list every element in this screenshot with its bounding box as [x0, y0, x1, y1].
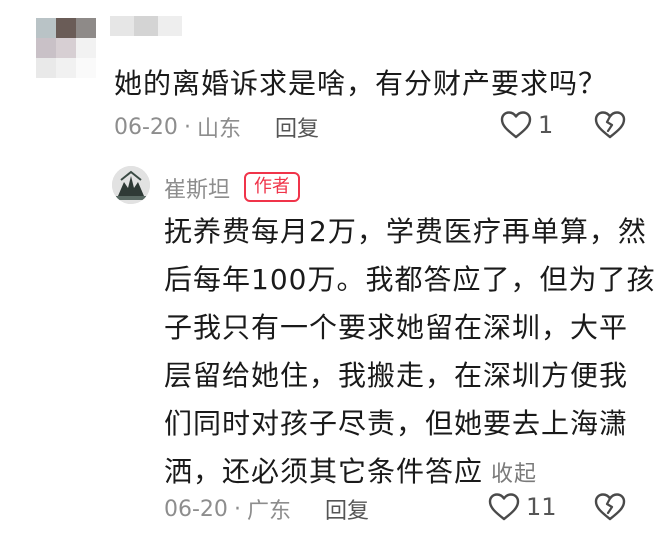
dislike-button[interactable]	[594, 492, 626, 522]
comment-line: 抚养费每月2万，学费医疗再单算，然	[164, 215, 647, 248]
reply-button[interactable]: 回复	[275, 111, 319, 143]
username[interactable]: 崔斯坦	[164, 172, 230, 204]
reply-button[interactable]: 回复	[325, 493, 369, 525]
author-badge: 作者	[244, 172, 300, 202]
comment-location: 山东	[196, 117, 241, 142]
author-avatar[interactable]	[112, 166, 150, 204]
broken-heart-icon	[594, 110, 626, 140]
comment-line-last: 洒，还必须其它条件答应 收起	[164, 448, 634, 499]
heart-icon	[488, 492, 520, 522]
heart-icon	[500, 110, 532, 140]
comment-line: 层留给她住，我搬走，在深圳方便我	[164, 359, 629, 392]
comment-meta: 06-20 · 广东 回复	[164, 493, 369, 525]
like-count: 11	[526, 493, 557, 521]
comment-text: 她的离婚诉求是啥，有分财产要求吗？	[114, 67, 608, 100]
like-count: 1	[538, 111, 554, 139]
like-button[interactable]: 1	[500, 110, 553, 140]
separator-dot: ·	[233, 496, 241, 522]
comment-line: 子我只有一个要求她留在深圳，大平	[164, 311, 629, 344]
reply-comment-text: 抚养费每月2万，学费医疗再单算，然 后每年100万。我都答应了，但为了孩 子我只…	[164, 208, 656, 499]
dislike-button[interactable]	[594, 110, 626, 140]
broken-heart-icon	[594, 492, 626, 522]
username-blurred[interactable]	[110, 16, 182, 36]
comment-date: 06-20	[114, 114, 178, 140]
comment-meta: 06-20 · 山东 回复	[114, 111, 319, 143]
comment-date: 06-20	[164, 496, 228, 522]
comment-line: 后每年100万。我都答应了，但为了孩	[164, 263, 656, 296]
comment-line-text: 洒，还必须其它条件答应	[164, 455, 484, 488]
comment-line: 们同时对孩子尽责，但她要去上海潇	[164, 407, 629, 440]
collapse-link[interactable]: 收起	[491, 462, 537, 487]
separator-dot: ·	[183, 114, 191, 140]
comment-location: 广东	[246, 499, 291, 524]
like-button[interactable]: 11	[488, 492, 557, 522]
avatar[interactable]	[36, 18, 96, 78]
